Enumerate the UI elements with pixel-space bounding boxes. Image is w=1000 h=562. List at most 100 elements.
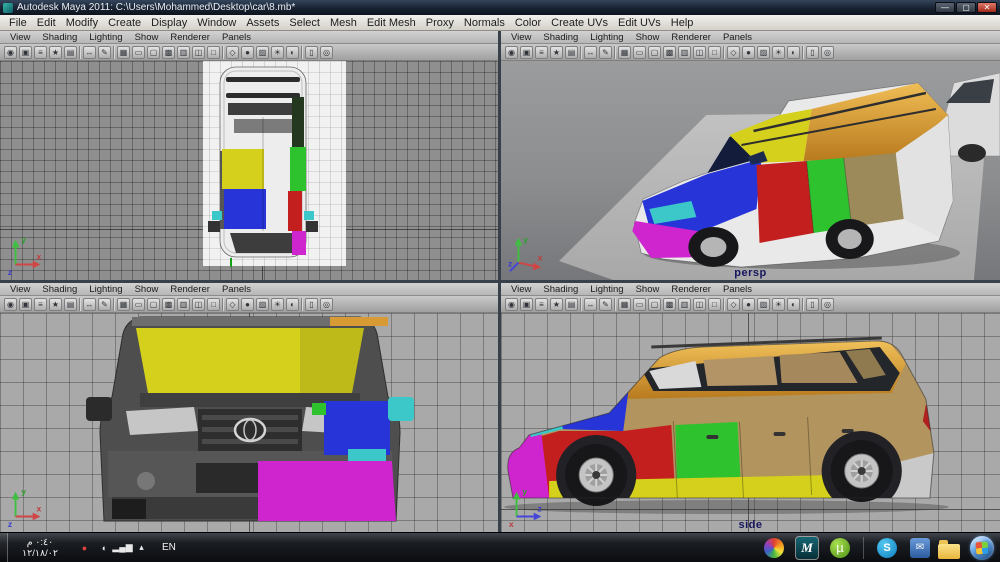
- camera-attributes-icon[interactable]: ≡: [535, 297, 548, 311]
- menubar-item[interactable]: Proxy: [421, 17, 459, 29]
- grid-icon[interactable]: ▦: [117, 297, 130, 311]
- camera-attributes-icon[interactable]: ≡: [34, 297, 47, 311]
- grid-icon[interactable]: ▦: [618, 297, 631, 311]
- field-chart-icon[interactable]: ▥: [678, 45, 691, 59]
- bookmark-icon[interactable]: ★: [550, 297, 563, 311]
- minimize-button[interactable]: —: [935, 2, 955, 13]
- menubar-item[interactable]: Select: [284, 17, 325, 29]
- field-chart-icon[interactable]: ▥: [177, 45, 190, 59]
- hidden-icons-button[interactable]: ▴: [133, 538, 150, 558]
- menubar-item[interactable]: Window: [192, 17, 241, 29]
- smooth-shade-icon[interactable]: ●: [241, 297, 254, 311]
- menubar-item[interactable]: Display: [146, 17, 192, 29]
- windows-start-button[interactable]: [964, 533, 1000, 562]
- panel-menu-item[interactable]: Show: [630, 32, 666, 43]
- textured-icon[interactable]: ▨: [256, 45, 269, 59]
- panel-menu-item[interactable]: Shading: [36, 284, 83, 295]
- menubar-item[interactable]: Create UVs: [546, 17, 613, 29]
- select-camera-icon[interactable]: ◉: [505, 297, 518, 311]
- pan-zoom-icon[interactable]: ↔: [83, 297, 96, 311]
- panel-menu-item[interactable]: Renderer: [665, 284, 717, 295]
- smooth-shade-icon[interactable]: ●: [742, 297, 755, 311]
- grease-pencil-icon[interactable]: ✎: [98, 297, 111, 311]
- viewport-canvas-persp[interactable]: persp y x z: [501, 61, 1000, 280]
- car-mesh-front-view[interactable]: [86, 316, 414, 522]
- shadows-icon[interactable]: ◐: [787, 45, 800, 59]
- film-gate-icon[interactable]: ▭: [633, 45, 646, 59]
- car-mesh-top-view[interactable]: [208, 66, 318, 258]
- grid-icon[interactable]: ▦: [618, 45, 631, 59]
- shadows-icon[interactable]: ◐: [286, 45, 299, 59]
- panel-menu-item[interactable]: Renderer: [665, 32, 717, 43]
- panel-menu-item[interactable]: Show: [129, 32, 165, 43]
- maya-app-icon[interactable]: M: [795, 535, 819, 560]
- viewport-canvas-side[interactable]: side y z x: [501, 313, 1000, 532]
- wireframe-icon[interactable]: ◇: [226, 297, 239, 311]
- lock-camera-icon[interactable]: ▣: [19, 45, 32, 59]
- gate-mask-icon[interactable]: ▩: [162, 45, 175, 59]
- close-button[interactable]: ✕: [977, 2, 997, 13]
- xray-icon[interactable]: ▯: [305, 45, 318, 59]
- isolate-select-icon[interactable]: ◎: [821, 297, 834, 311]
- pan-zoom-icon[interactable]: ↔: [83, 45, 96, 59]
- lights-icon[interactable]: ☀: [772, 297, 785, 311]
- panel-menu-item[interactable]: Panels: [216, 284, 257, 295]
- volume-icon[interactable]: ◖: [95, 538, 112, 558]
- bookmark-icon[interactable]: ★: [49, 297, 62, 311]
- menubar-item[interactable]: Assets: [241, 17, 284, 29]
- field-chart-icon[interactable]: ▥: [177, 297, 190, 311]
- safe-title-icon[interactable]: □: [207, 297, 220, 311]
- safe-action-icon[interactable]: ◫: [192, 45, 205, 59]
- lights-icon[interactable]: ☀: [271, 297, 284, 311]
- select-camera-icon[interactable]: ◉: [505, 45, 518, 59]
- panel-menu-item[interactable]: Shading: [537, 32, 584, 43]
- viewport-canvas-front[interactable]: y x z: [0, 313, 498, 532]
- wireframe-icon[interactable]: ◇: [727, 297, 740, 311]
- safe-title-icon[interactable]: □: [207, 45, 220, 59]
- panel-menu-item[interactable]: View: [4, 284, 36, 295]
- menubar-item[interactable]: Edit Mesh: [362, 17, 421, 29]
- wireframe-icon[interactable]: ◇: [226, 45, 239, 59]
- shadows-icon[interactable]: ◐: [787, 297, 800, 311]
- language-indicator[interactable]: EN: [154, 542, 184, 553]
- viewport-canvas-top[interactable]: y x z: [0, 61, 498, 280]
- grease-pencil-icon[interactable]: ✎: [98, 45, 111, 59]
- textured-icon[interactable]: ▨: [757, 297, 770, 311]
- menubar-item[interactable]: Color: [510, 17, 546, 29]
- menubar-item[interactable]: File: [4, 17, 32, 29]
- safe-action-icon[interactable]: ◫: [192, 297, 205, 311]
- gate-mask-icon[interactable]: ▩: [663, 297, 676, 311]
- safe-action-icon[interactable]: ◫: [693, 297, 706, 311]
- gate-mask-icon[interactable]: ▩: [663, 45, 676, 59]
- safe-title-icon[interactable]: □: [708, 297, 721, 311]
- film-gate-icon[interactable]: ▭: [132, 45, 145, 59]
- menubar-item[interactable]: Normals: [459, 17, 510, 29]
- isolate-select-icon[interactable]: ◎: [320, 297, 333, 311]
- field-chart-icon[interactable]: ▥: [678, 297, 691, 311]
- menubar-item[interactable]: Create: [103, 17, 146, 29]
- resolution-gate-icon[interactable]: ▢: [147, 45, 160, 59]
- panel-menu-item[interactable]: Show: [129, 284, 165, 295]
- paint-app-icon[interactable]: [764, 537, 784, 558]
- image-plane-icon[interactable]: ▤: [64, 45, 77, 59]
- textured-icon[interactable]: ▨: [757, 45, 770, 59]
- folder-app-icon[interactable]: [938, 540, 960, 559]
- lock-camera-icon[interactable]: ▣: [19, 297, 32, 311]
- shadows-icon[interactable]: ◐: [286, 297, 299, 311]
- wireframe-icon[interactable]: ◇: [727, 45, 740, 59]
- resolution-gate-icon[interactable]: ▢: [648, 45, 661, 59]
- select-camera-icon[interactable]: ◉: [4, 297, 17, 311]
- show-desktop-button[interactable]: [0, 532, 8, 562]
- pan-zoom-icon[interactable]: ↔: [584, 297, 597, 311]
- menubar-item[interactable]: Edit UVs: [613, 17, 666, 29]
- image-plane-icon[interactable]: ▤: [64, 297, 77, 311]
- panel-menu-item[interactable]: Show: [630, 284, 666, 295]
- grease-pencil-icon[interactable]: ✎: [599, 297, 612, 311]
- lock-camera-icon[interactable]: ▣: [520, 297, 533, 311]
- smooth-shade-icon[interactable]: ●: [241, 45, 254, 59]
- isolate-select-icon[interactable]: ◎: [821, 45, 834, 59]
- car-mesh-side-view[interactable]: [501, 313, 1000, 532]
- lights-icon[interactable]: ☀: [772, 45, 785, 59]
- mail-app-icon[interactable]: ✉: [910, 537, 930, 558]
- resolution-gate-icon[interactable]: ▢: [147, 297, 160, 311]
